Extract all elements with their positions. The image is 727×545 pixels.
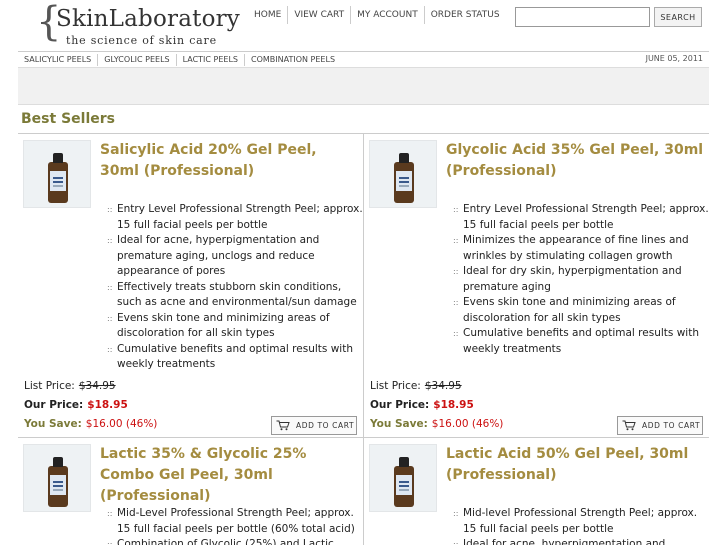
product-image[interactable]: [23, 140, 91, 208]
logo-tagline: the science of skin care: [66, 34, 217, 47]
product-image[interactable]: [369, 444, 437, 512]
feature-list: Mid-level Professional Strength Peel; ap…: [453, 506, 709, 545]
product-title[interactable]: Salicylic Acid 20% Gel Peel, 30ml (Profe…: [100, 140, 358, 182]
bottle-icon: [48, 153, 68, 203]
banner-band: [18, 67, 709, 105]
feature-item: Evens skin tone and minimizing areas of …: [453, 295, 711, 326]
bottle-icon: [48, 457, 68, 507]
feature-item: Cumulative benefits and optimal results …: [107, 342, 365, 373]
subnav-combination-peels[interactable]: COMBINATION PEELS: [244, 53, 341, 66]
feature-item: Entry Level Professional Strength Peel; …: [453, 202, 711, 233]
feature-list: Entry Level Professional Strength Peel; …: [453, 202, 711, 357]
cart-icon: [622, 420, 636, 431]
feature-list: Mid-Level Professional Strength Peel; ap…: [107, 506, 363, 545]
our-price-value: $18.95: [433, 399, 474, 411]
you-save-value: $16.00 (46%): [85, 418, 158, 430]
product-card: Lactic 35% & Glycolic 25% Combo Gel Peel…: [23, 444, 363, 545]
you-save-label: You Save:: [370, 418, 428, 430]
list-price-label: List Price:: [370, 380, 421, 392]
our-price-value: $18.95: [87, 399, 128, 411]
product-card: Glycolic Acid 35% Gel Peel, 30ml (Profes…: [369, 140, 709, 440]
our-price-row: Our Price: $18.95: [370, 399, 474, 411]
bottle-icon: [394, 457, 414, 507]
add-to-cart-label: ADD TO CART: [296, 421, 355, 430]
nav-my-account[interactable]: MY ACCOUNT: [350, 6, 424, 24]
list-price-value: $34.95: [78, 380, 116, 392]
our-price-label: Our Price:: [370, 399, 430, 411]
feature-list: Entry Level Professional Strength Peel; …: [107, 202, 365, 373]
feature-item: Minimizes the appearance of fine lines a…: [453, 233, 711, 264]
subnav-lactic-peels[interactable]: LACTIC PEELS: [175, 53, 244, 66]
list-price-row: List Price: $34.95: [24, 380, 116, 392]
current-date: JUNE 05, 2011: [645, 54, 703, 63]
nav-view-cart[interactable]: VIEW CART: [287, 6, 350, 24]
feature-item: Effectively treats stubborn skin conditi…: [107, 280, 365, 311]
add-to-cart-button[interactable]: ADD TO CART: [617, 416, 703, 435]
search-input[interactable]: [515, 7, 650, 27]
add-to-cart-label: ADD TO CART: [642, 421, 701, 430]
site-logo[interactable]: { SkinLaboratory the science of skin car…: [36, 0, 246, 50]
product-image[interactable]: [369, 140, 437, 208]
category-nav: SALICYLIC PEELS GLYCOLIC PEELS LACTIC PE…: [18, 51, 709, 67]
top-nav: HOME VIEW CART MY ACCOUNT ORDER STATUS: [248, 6, 506, 24]
feature-item: Evens skin tone and minimizing areas of …: [107, 311, 365, 342]
nav-order-status[interactable]: ORDER STATUS: [423, 6, 506, 24]
you-save-label: You Save:: [24, 418, 82, 430]
list-price-row: List Price: $34.95: [370, 380, 462, 392]
feature-item: Ideal for acne, hyperpigmentation and pr…: [107, 233, 365, 280]
product-title[interactable]: Lactic Acid 50% Gel Peel, 30ml (Professi…: [446, 444, 704, 486]
list-price-value: $34.95: [424, 380, 462, 392]
section-title: Best Sellers: [21, 111, 115, 127]
header: { SkinLaboratory the science of skin car…: [0, 0, 727, 50]
subnav-salicylic-peels[interactable]: SALICYLIC PEELS: [18, 54, 97, 66]
list-price-label: List Price:: [24, 380, 75, 392]
you-save-row: You Save: $16.00 (46%): [370, 418, 503, 430]
subnav-glycolic-peels[interactable]: GLYCOLIC PEELS: [97, 53, 175, 66]
product-image[interactable]: [23, 444, 91, 512]
our-price-label: Our Price:: [24, 399, 84, 411]
you-save-row: You Save: $16.00 (46%): [24, 418, 157, 430]
feature-item: Ideal for dry skin, hyperpigmentation an…: [453, 264, 711, 295]
product-card: Salicylic Acid 20% Gel Peel, 30ml (Profe…: [23, 140, 363, 440]
feature-item: Mid-level Professional Strength Peel; ap…: [453, 506, 709, 537]
our-price-row: Our Price: $18.95: [24, 399, 128, 411]
bottle-icon: [394, 153, 414, 203]
feature-item: Ideal for acne, hyperpigmentation and pr…: [453, 537, 709, 545]
search-button[interactable]: SEARCH: [654, 7, 702, 27]
add-to-cart-button[interactable]: ADD TO CART: [271, 416, 357, 435]
product-card: Lactic Acid 50% Gel Peel, 30ml (Professi…: [369, 444, 709, 545]
feature-item: Entry Level Professional Strength Peel; …: [107, 202, 365, 233]
feature-item: Mid-Level Professional Strength Peel; ap…: [107, 506, 363, 537]
product-title[interactable]: Glycolic Acid 35% Gel Peel, 30ml (Profes…: [446, 140, 704, 182]
product-title[interactable]: Lactic 35% & Glycolic 25% Combo Gel Peel…: [100, 444, 358, 507]
feature-item: Cumulative benefits and optimal results …: [453, 326, 711, 357]
you-save-value: $16.00 (46%): [431, 418, 504, 430]
feature-item: Combination of Glycolic (25%) and Lactic…: [107, 537, 363, 545]
cart-icon: [276, 420, 290, 431]
nav-home[interactable]: HOME: [248, 6, 287, 24]
logo-name: SkinLaboratory: [56, 6, 241, 32]
